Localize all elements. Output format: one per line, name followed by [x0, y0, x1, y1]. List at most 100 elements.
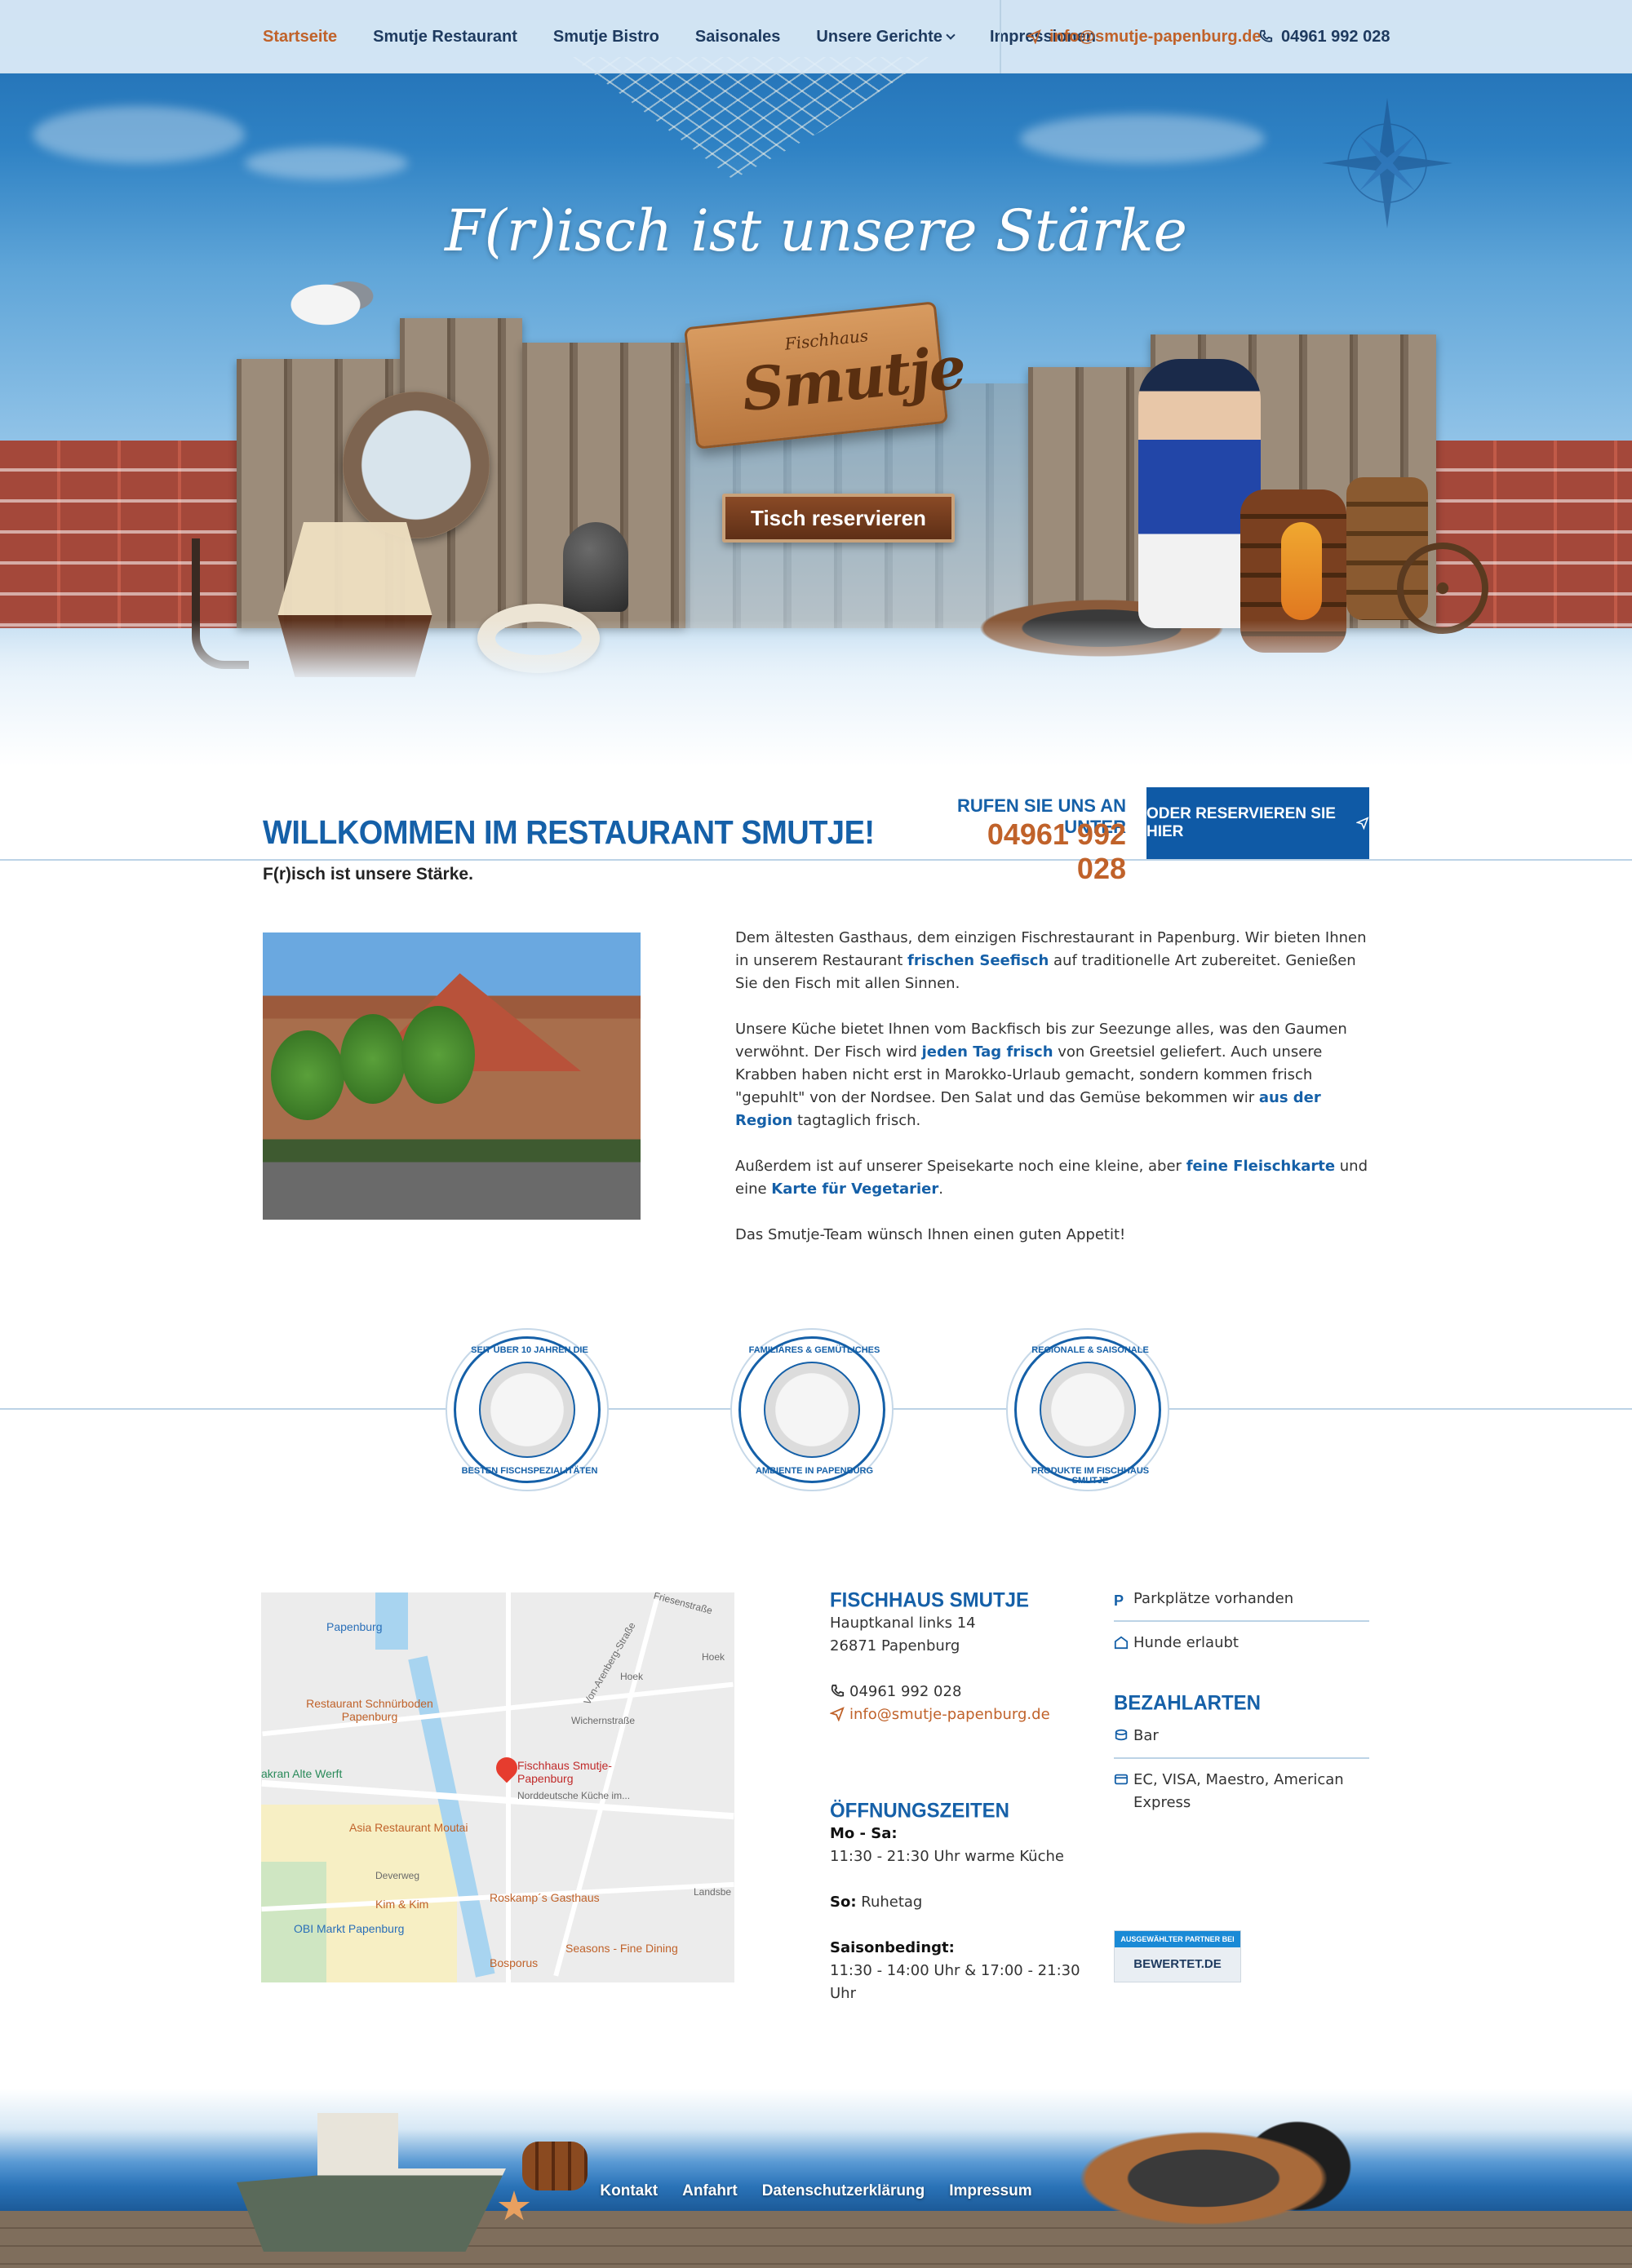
- badge-regional-products: REGIONALE & SAISONALE PRODUKTE IM FISCHH…: [1014, 1336, 1161, 1486]
- header-email-link[interactable]: info@smutje-papenburg.de: [1027, 0, 1262, 73]
- badge-bottom-text: BESTEN FISCHSPEZIALITÄTEN: [461, 1466, 598, 1476]
- divider: [1114, 1757, 1369, 1759]
- bollard-image: [563, 522, 628, 612]
- opening-hours-block: ÖFFNUNGSZEITEN Mo - Sa: 11:30 - 21:30 Uh…: [830, 1799, 1107, 2005]
- badge-bottom-text: PRODUKTE IM FISCHHAUS SMUTJE: [1031, 1466, 1150, 1486]
- address-city: 26871 Papenburg: [830, 1637, 960, 1654]
- mist-overlay: [0, 620, 1632, 767]
- nav-item-unsere-gerichte[interactable]: Unsere Gerichte: [816, 27, 956, 47]
- nav-item-smutje-bistro[interactable]: Smutje Bistro: [553, 28, 659, 47]
- intro-paragraph: Dem ältesten Gasthaus, dem einzigen Fisc…: [735, 927, 1372, 995]
- credit-card-icon: [1114, 1774, 1129, 1785]
- map-label: Friesenstraße: [652, 1592, 714, 1617]
- hours-season-label: Saisonbedingt:: [830, 1939, 955, 1956]
- photo-tree: [271, 1030, 344, 1120]
- hours-sunday-label: So:: [830, 1894, 857, 1911]
- map-label: Restaurant Schnürboden Papenburg: [306, 1697, 433, 1723]
- intro-paragraph: Unsere Küche bietet Ihnen vom Backfisch …: [735, 1018, 1372, 1132]
- map-label: Deverweg: [375, 1870, 420, 1881]
- welcome-title: WILLKOMMEN IM RESTAURANT SMUTJE!: [263, 814, 875, 852]
- hours-season-value: 11:30 - 14:00 Uhr & 17:00 - 21:30 Uhr: [830, 1962, 1080, 2002]
- nav-item-startseite[interactable]: Startseite: [263, 28, 337, 47]
- photo-tree: [340, 1014, 406, 1104]
- nav-divider: [1000, 0, 1001, 73]
- seagull-image: [290, 273, 379, 330]
- intro-paragraph: Außerdem ist auf unserer Speisekarte noc…: [735, 1155, 1372, 1201]
- text-span: .: [938, 1181, 943, 1198]
- feature-parking: P Parkplätze vorhanden: [1114, 1588, 1369, 1610]
- nav-item-smutje-restaurant[interactable]: Smutje Restaurant: [373, 28, 517, 47]
- daily-fresh-link[interactable]: jeden Tag frisch: [922, 1043, 1053, 1061]
- vegetarian-menu-link[interactable]: Karte für Vegetarier: [771, 1181, 938, 1198]
- header-phone-link[interactable]: 04961 992 028: [1258, 0, 1390, 73]
- phone-icon: [1259, 29, 1273, 42]
- map-label: Roskamp´s Gasthaus: [490, 1891, 600, 1904]
- paper-plane-icon: [1356, 817, 1369, 831]
- location-map[interactable]: Papenburg Friesenstraße Von-Arenberg-Str…: [261, 1592, 734, 1982]
- address-street: Hauptkanal links 14: [830, 1615, 976, 1632]
- cloud: [33, 106, 245, 163]
- footer-link-impressum[interactable]: Impressum: [949, 2182, 1031, 2200]
- hours-weekday-value: 11:30 - 21:30 Uhr warme Küche: [830, 1848, 1064, 1865]
- meat-menu-link[interactable]: feine Fleischkarte: [1186, 1158, 1335, 1175]
- text-span: Außerdem ist auf unserer Speisekarte noc…: [735, 1158, 1186, 1175]
- address-phone-link[interactable]: 04961 992 028: [830, 1681, 1091, 1703]
- porthole-image: [343, 392, 490, 538]
- hero-title: F(r)isch ist unsere Stärke: [445, 197, 1187, 264]
- payment-cards-text: EC, VISA, Maestro, American Express: [1133, 1771, 1344, 1811]
- address-email-link[interactable]: info@smutje-papenburg.de: [830, 1703, 1091, 1726]
- wooden-deck: [0, 2211, 1632, 2268]
- chevron-down-icon: [946, 29, 956, 40]
- welcome-subtitle: F(r)isch ist unsere Stärke.: [263, 865, 473, 884]
- badge-bottom-text: AMBIENTE IN PAPENBURG: [755, 1466, 874, 1476]
- rope-pile-image: [1053, 2121, 1355, 2235]
- footer-link-anfahrt[interactable]: Anfahrt: [682, 2182, 738, 2200]
- footer-link-kontakt[interactable]: Kontakt: [600, 2182, 658, 2200]
- payment-cash: Bar: [1114, 1725, 1369, 1748]
- cloud: [245, 147, 408, 179]
- reserve-here-button[interactable]: ODER RESERVIEREN SIE HIER: [1146, 787, 1369, 859]
- map-road: [553, 1598, 659, 1977]
- footer-link-datenschutz[interactable]: Datenschutzerklärung: [762, 2182, 925, 2200]
- address-email-text: info@smutje-papenburg.de: [849, 1706, 1050, 1723]
- header-email-text: info@smutje-papenburg.de: [1049, 27, 1262, 46]
- map-label: Wichernstraße: [571, 1715, 636, 1726]
- nav-item-saisonales[interactable]: Saisonales: [695, 28, 781, 47]
- buoy-image: [1281, 522, 1322, 620]
- map-road: [506, 1592, 511, 1982]
- cloud: [1020, 114, 1265, 163]
- wooden-fence: [1028, 367, 1151, 628]
- badge-top-text: REGIONALE & SAISONALE: [1031, 1345, 1149, 1355]
- hours-sunday-value: Ruhetag: [856, 1894, 923, 1911]
- dog-house-icon: [1114, 1636, 1129, 1650]
- features-block: P Parkplätze vorhanden Hunde erlaubt BEZA…: [1114, 1588, 1369, 1814]
- footer: [0, 2089, 1632, 2268]
- call-number-link[interactable]: 04961 992 028: [930, 817, 1126, 886]
- map-label: Fischhaus Smutje-Papenburg: [517, 1759, 612, 1785]
- seafood-icon: [1040, 1362, 1136, 1458]
- payment-heading: BEZAHLARTEN: [1114, 1691, 1261, 1715]
- restaurant-building-photo: [263, 932, 641, 1220]
- intro-paragraph: Das Smutje-Team wünsch Ihnen einen guten…: [735, 1226, 1126, 1243]
- opening-hours-heading: ÖFFNUNGSZEITEN: [830, 1799, 1009, 1823]
- badge-top-text: FAMILIÄRES & GEMÜTLICHES: [748, 1345, 880, 1355]
- map-label: Norddeutsche Küche im...: [517, 1790, 631, 1801]
- hours-weekday-label: Mo - Sa:: [830, 1825, 898, 1842]
- bewertet-partner-badge[interactable]: AUSGEWÄHLTER PARTNER BEI BEWERTET.DE: [1114, 1930, 1241, 1982]
- fresh-seafish-link[interactable]: frischen Seefisch: [907, 952, 1049, 969]
- map-label: Papenburg: [326, 1620, 383, 1633]
- logo-title: Smutje: [738, 332, 968, 425]
- map-label: Hoek: [702, 1651, 725, 1663]
- map-label: Bosporus: [490, 1956, 539, 1969]
- map-label: Seasons - Fine Dining: [565, 1942, 678, 1955]
- hero-banner: F(r)isch ist unsere Stärke Fischhaus Smu…: [0, 0, 1632, 767]
- reserve-table-button[interactable]: Tisch reservieren: [722, 494, 955, 543]
- map-label: Landsbe: [694, 1886, 732, 1898]
- main-navigation: Startseite Smutje Restaurant Smutje Bist…: [263, 0, 1096, 73]
- address-heading: FISCHHAUS SMUTJE: [830, 1588, 1030, 1612]
- nav-item-label: Unsere Gerichte: [816, 27, 942, 46]
- address-block: FISCHHAUS SMUTJE Hauptkanal links 14 268…: [830, 1588, 1091, 1726]
- shell-icon: [764, 1362, 860, 1458]
- badge-top-text: SEIT ÜBER 10 JAHREN DIE: [471, 1345, 588, 1355]
- phone-icon: [831, 1684, 845, 1697]
